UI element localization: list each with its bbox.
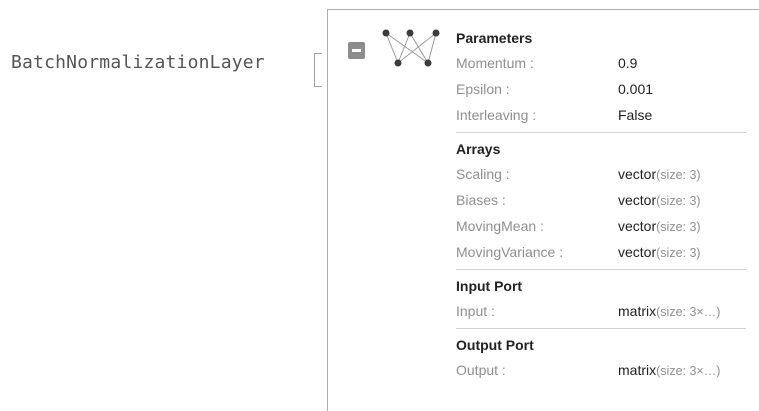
param-row-momentum: Momentum : 0.9 <box>456 50 746 76</box>
minus-bar <box>352 49 361 52</box>
array-size-note: (size: 3) <box>656 168 701 182</box>
section-divider <box>456 269 746 270</box>
section-divider <box>456 132 746 133</box>
port-key: Input : <box>456 303 495 319</box>
array-row-scaling: Scaling : vector(size: 3) <box>456 161 746 187</box>
array-type: vector <box>618 166 657 182</box>
param-value: 0.001 <box>618 81 654 97</box>
port-key: Output : <box>456 362 506 378</box>
array-key: MovingVariance : <box>456 244 564 260</box>
array-row-moving-variance: MovingVariance : vector(size: 3) <box>456 239 746 265</box>
layer-name: BatchNormalizationLayer <box>11 52 265 73</box>
array-value: vector(size: 3) <box>618 213 701 240</box>
open-bracket <box>314 53 322 87</box>
port-value: matrix(size: 3×…) <box>618 298 720 325</box>
array-key: MovingMean : <box>456 218 544 234</box>
layer-properties: Parameters Momentum : 0.9 Epsilon : 0.00… <box>456 26 746 383</box>
param-row-epsilon: Epsilon : 0.001 <box>456 76 746 102</box>
port-row-output: Output : matrix(size: 3×…) <box>456 357 746 383</box>
param-key: Interleaving : <box>456 107 537 123</box>
param-value: 0.9 <box>618 55 638 71</box>
array-size-note: (size: 3) <box>656 220 701 234</box>
param-value: False <box>618 107 653 123</box>
array-row-moving-mean: MovingMean : vector(size: 3) <box>456 213 746 239</box>
port-size-note: (size: 3×…) <box>656 364 721 378</box>
array-value: vector(size: 3) <box>618 161 701 188</box>
array-value: vector(size: 3) <box>618 187 701 214</box>
section-title-parameters: Parameters <box>456 30 533 46</box>
array-size-note: (size: 3) <box>656 246 701 260</box>
array-row-biases: Biases : vector(size: 3) <box>456 187 746 213</box>
section-title-input-port: Input Port <box>456 278 523 294</box>
network-graph-icon <box>382 29 440 67</box>
array-type: vector <box>618 218 657 234</box>
port-type: matrix <box>618 362 657 378</box>
port-value: matrix(size: 3×…) <box>618 357 720 384</box>
array-type: vector <box>618 192 657 208</box>
array-type: vector <box>618 244 657 260</box>
array-value: vector(size: 3) <box>618 239 701 266</box>
section-title-output-port: Output Port <box>456 337 534 353</box>
port-type: matrix <box>618 303 657 319</box>
param-row-interleaving: Interleaving : False <box>456 102 746 128</box>
param-key: Momentum : <box>456 55 534 71</box>
array-key: Scaling : <box>456 166 510 182</box>
array-key: Biases : <box>456 192 506 208</box>
port-row-input: Input : matrix(size: 3×…) <box>456 298 746 324</box>
collapse-minus-icon[interactable] <box>348 42 365 59</box>
port-size-note: (size: 3×…) <box>656 305 721 319</box>
section-divider <box>456 328 746 329</box>
param-key: Epsilon : <box>456 81 510 97</box>
array-size-note: (size: 3) <box>656 194 701 208</box>
section-title-arrays: Arrays <box>456 141 501 157</box>
